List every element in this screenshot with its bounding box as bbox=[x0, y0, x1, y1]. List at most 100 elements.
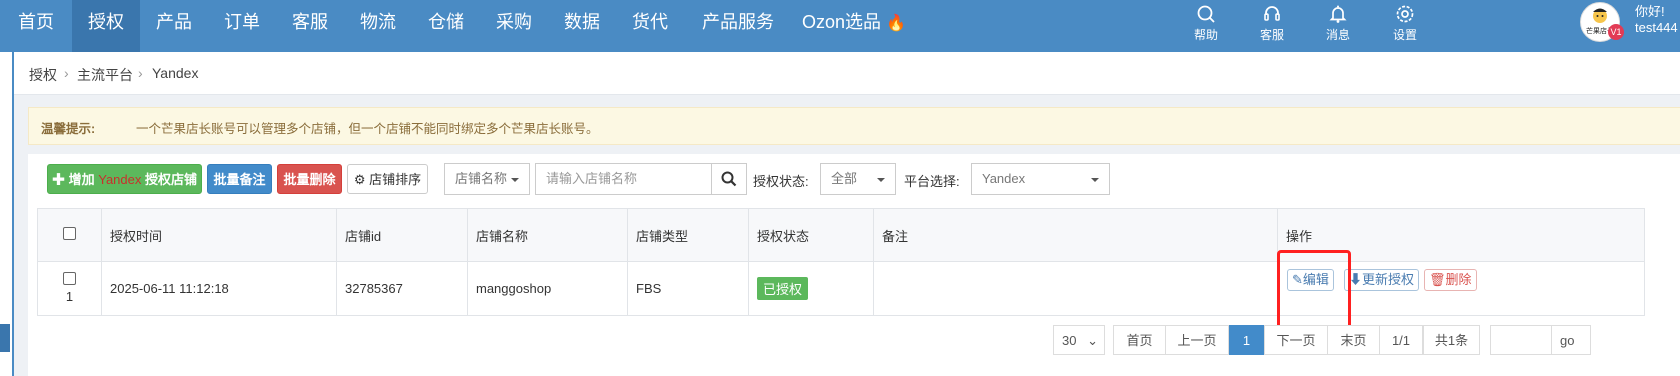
col-auth-time[interactable]: 授权时间 bbox=[101, 208, 337, 262]
nav-data[interactable]: 数据 bbox=[548, 0, 616, 52]
breadcrumb-authorization[interactable]: 授权 bbox=[29, 65, 57, 85]
col-store-name[interactable]: 店铺名称 bbox=[467, 208, 628, 262]
caret-down-icon bbox=[511, 178, 519, 182]
platform-select[interactable]: Yandex bbox=[971, 163, 1110, 195]
gear-icon bbox=[1396, 5, 1414, 23]
col-store-id[interactable]: 店铺id bbox=[336, 208, 468, 262]
update-auth-label: 更新授权 bbox=[1362, 272, 1415, 287]
plus-icon: ✚ bbox=[51, 172, 65, 187]
chevron-down-icon: ⌄ bbox=[1087, 333, 1098, 348]
nav-product-services[interactable]: 产品服务 bbox=[684, 0, 792, 52]
service-tool[interactable]: 客服 bbox=[1250, 4, 1294, 43]
cell-store-id: 32785367 bbox=[336, 261, 468, 316]
notice-text: 一个芒果店长账号可以管理多个店铺，但一个店铺不能同时绑定多个芒果店长账号。 bbox=[136, 122, 599, 136]
goto-page-input[interactable] bbox=[1490, 325, 1552, 355]
first-page-button[interactable]: 首页 bbox=[1113, 325, 1166, 355]
search-icon bbox=[721, 171, 737, 187]
platform-value: Yandex bbox=[982, 171, 1026, 186]
username: test444 bbox=[1635, 20, 1678, 35]
page-indicator: 1/1 bbox=[1379, 325, 1423, 355]
nav-ozon-label: Ozon选品 bbox=[802, 12, 882, 32]
search-field-select[interactable]: 店铺名称 bbox=[444, 163, 530, 195]
cell-note bbox=[873, 261, 1278, 316]
next-page-button[interactable]: 下一页 bbox=[1264, 325, 1328, 355]
batch-note-button[interactable]: 批量备注 bbox=[207, 164, 272, 194]
service-label: 客服 bbox=[1259, 28, 1284, 42]
page-size-value: 30 bbox=[1062, 333, 1077, 348]
sidebar-toggle[interactable] bbox=[0, 324, 10, 352]
page-size-select[interactable]: 30 ⌄ bbox=[1053, 325, 1105, 355]
last-page-button[interactable]: 末页 bbox=[1327, 325, 1380, 355]
auth-status-select[interactable]: 全部 bbox=[820, 163, 896, 195]
cell-store-type: FBS bbox=[627, 261, 749, 316]
caret-down-icon bbox=[877, 178, 885, 182]
total-count: 共1条 bbox=[1423, 325, 1480, 355]
prev-page-button[interactable]: 上一页 bbox=[1165, 325, 1229, 355]
nav-home[interactable]: 首页 bbox=[0, 0, 72, 52]
col-auth-status[interactable]: 授权状态 bbox=[748, 208, 874, 262]
nav-products[interactable]: 产品 bbox=[140, 0, 208, 52]
go-button[interactable]: go bbox=[1551, 325, 1591, 355]
greeting-text: 你好! bbox=[1635, 4, 1665, 19]
cell-store-name: manggoshop bbox=[467, 261, 628, 316]
add-prefix: 增加 bbox=[68, 172, 99, 187]
add-platform: Yandex bbox=[98, 172, 142, 187]
message-tool[interactable]: 消息 bbox=[1316, 4, 1360, 43]
platform-label: 平台选择: bbox=[904, 174, 960, 189]
search-icon bbox=[1197, 5, 1215, 23]
nav-authorization[interactable]: 授权 bbox=[72, 0, 140, 52]
sort-settings-icon: ⚙ bbox=[353, 172, 366, 187]
store-search-input[interactable]: 请输入店铺名称 bbox=[535, 163, 712, 195]
col-note[interactable]: 备注 bbox=[873, 208, 1278, 262]
row-checkbox[interactable] bbox=[63, 272, 76, 285]
vip-badge: V1 bbox=[1608, 24, 1624, 40]
nav-warehouse[interactable]: 仓储 bbox=[412, 0, 480, 52]
store-sort-button[interactable]: ⚙ 店铺排序 bbox=[347, 164, 428, 194]
add-suffix: 授权店铺 bbox=[141, 172, 198, 187]
update-auth-button[interactable]: ⬇更新授权 bbox=[1344, 269, 1420, 291]
page-1-button[interactable]: 1 bbox=[1229, 325, 1264, 355]
breadcrumb-yandex: Yandex bbox=[152, 65, 199, 81]
row-index: 1 bbox=[65, 289, 74, 304]
breadcrumb-mainstream-platform[interactable]: 主流平台 bbox=[77, 65, 133, 85]
message-label: 消息 bbox=[1325, 28, 1350, 42]
settings-label: 设置 bbox=[1392, 28, 1417, 42]
cell-auth-time: 2025-06-11 11:12:18 bbox=[101, 261, 337, 316]
nav-ozon-selection[interactable]: Ozon选品 🔥 bbox=[792, 0, 916, 52]
notice-label: 温馨提示: bbox=[41, 122, 96, 136]
store-sort-label: 店铺排序 bbox=[369, 172, 422, 187]
delete-label: 删除 bbox=[1445, 272, 1472, 287]
settings-tool[interactable]: 设置 bbox=[1383, 4, 1427, 43]
auth-status-label: 授权状态: bbox=[753, 174, 809, 189]
user-greeting[interactable]: 你好! test444 bbox=[1635, 4, 1678, 36]
caret-down-icon bbox=[1091, 178, 1099, 182]
help-label: 帮助 bbox=[1193, 28, 1218, 42]
nav-logistics[interactable]: 物流 bbox=[344, 0, 412, 52]
nav-purchasing[interactable]: 采购 bbox=[480, 0, 548, 52]
store-table: 授权时间 店铺id 店铺名称 店铺类型 授权状态 备注 操作 1 2025-06… bbox=[37, 208, 1645, 316]
search-button[interactable] bbox=[711, 163, 747, 195]
nav-freight-forwarder[interactable]: 货代 bbox=[616, 0, 684, 52]
batch-delete-button[interactable]: 批量删除 bbox=[277, 164, 342, 194]
nav-customer-service[interactable]: 客服 bbox=[276, 0, 344, 52]
cell-auth-status: 已授权 bbox=[748, 261, 874, 316]
chevron-right-icon: › bbox=[64, 65, 69, 81]
col-store-type[interactable]: 店铺类型 bbox=[627, 208, 749, 262]
fire-icon: 🔥 bbox=[886, 15, 906, 32]
auth-status-value: 全部 bbox=[831, 171, 858, 186]
sidebar-strip bbox=[0, 52, 14, 376]
headset-icon bbox=[1264, 6, 1280, 21]
bell-icon bbox=[1329, 5, 1347, 23]
delete-button[interactable]: 🗑删除 bbox=[1424, 269, 1477, 291]
top-navbar: 首页 授权 产品 订单 客服 物流 仓储 采购 数据 货代 产品服务 Ozon选… bbox=[0, 0, 1680, 52]
breadcrumb: 授权 › 主流平台 › Yandex bbox=[14, 52, 1680, 95]
chevron-right-icon: › bbox=[138, 65, 143, 81]
add-store-button[interactable]: ✚ 增加 Yandex 授权店铺 bbox=[47, 164, 202, 194]
select-all-cell bbox=[37, 208, 102, 262]
select-all-checkbox[interactable] bbox=[63, 227, 76, 240]
table-header-row: 授权时间 店铺id 店铺名称 店铺类型 授权状态 备注 操作 bbox=[37, 208, 1645, 262]
nav-orders[interactable]: 订单 bbox=[208, 0, 276, 52]
status-badge: 已授权 bbox=[757, 277, 809, 300]
row-select-cell: 1 bbox=[37, 261, 102, 316]
help-tool[interactable]: 帮助 bbox=[1184, 4, 1228, 43]
